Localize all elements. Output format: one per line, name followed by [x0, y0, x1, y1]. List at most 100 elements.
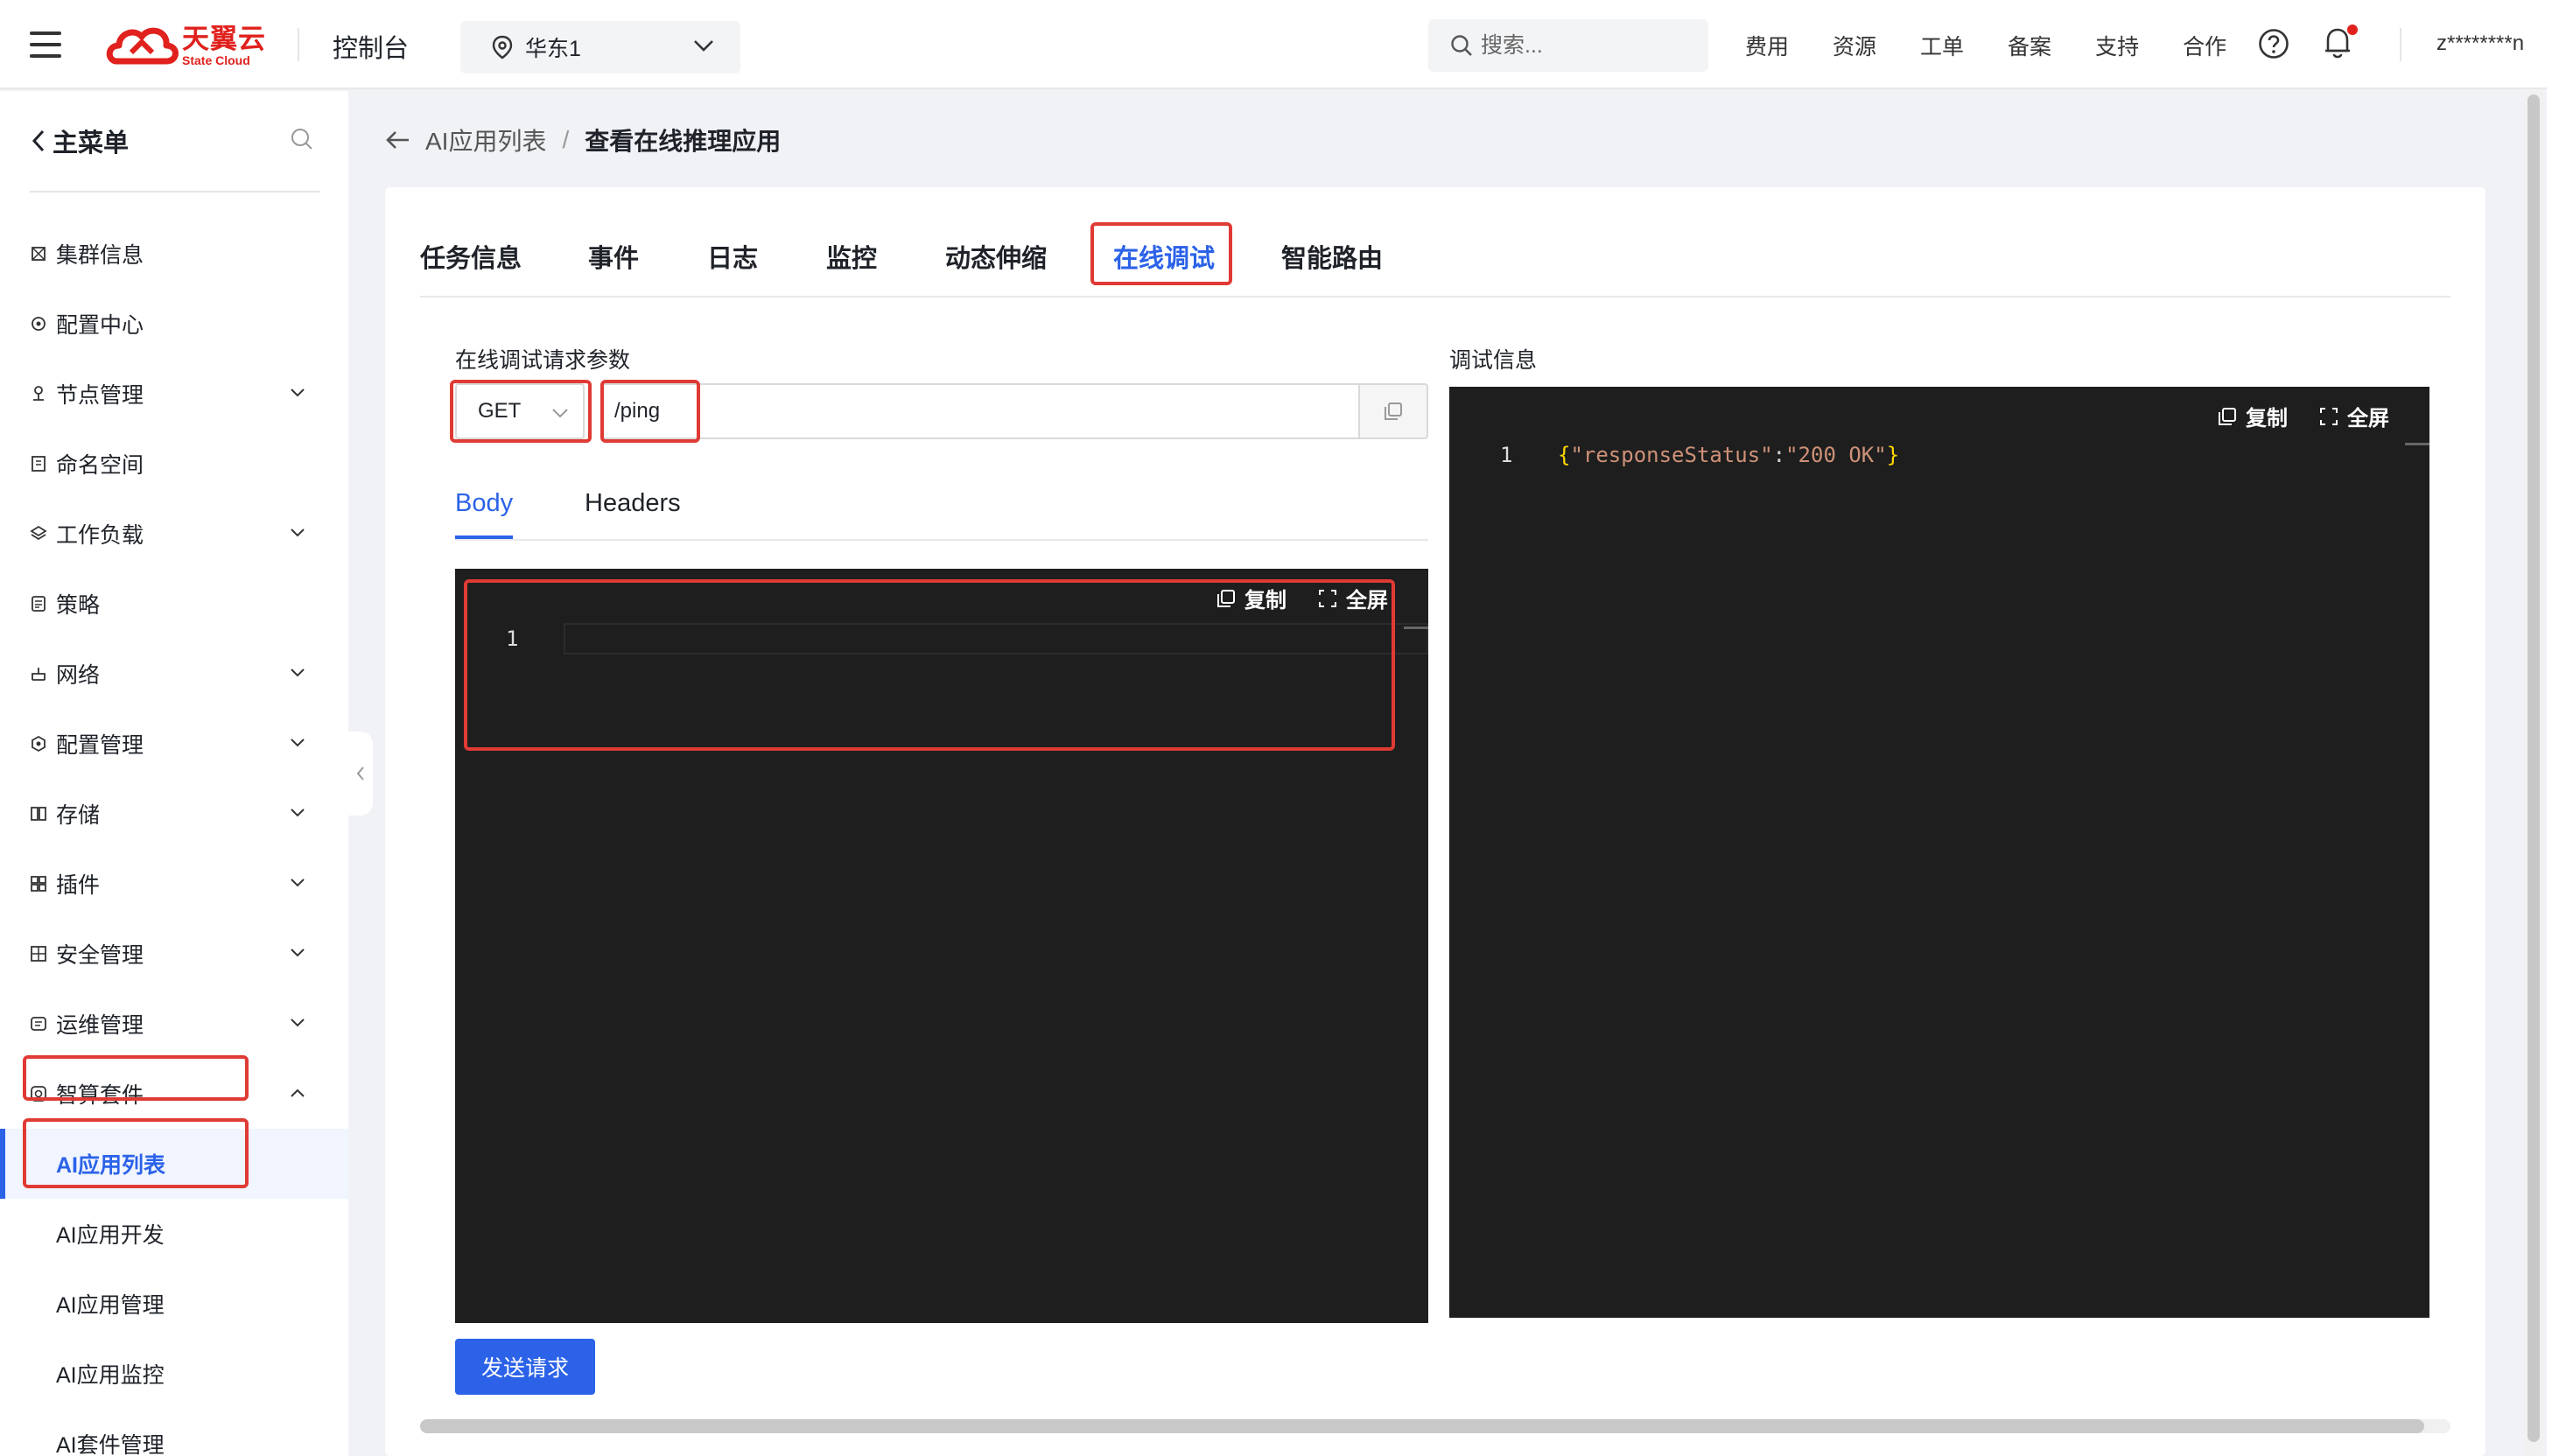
- sidebar-item-policy[interactable]: 策略: [0, 569, 348, 639]
- help-icon[interactable]: [2258, 28, 2289, 60]
- brand-logo[interactable]: 天翼云 State Cloud: [105, 23, 266, 68]
- tab-autoscaling[interactable]: 动态伸缩: [945, 222, 1047, 296]
- sidebar-subitem-ai-app-dev[interactable]: AI应用开发: [0, 1199, 348, 1269]
- network-icon: [32, 668, 46, 681]
- sidebar-item-ops[interactable]: 运维管理: [0, 989, 348, 1059]
- sidebar-item-config-center[interactable]: 配置中心: [0, 289, 348, 359]
- request-subtabs: Body Headers: [455, 480, 1428, 541]
- response-json: {"responseStatus":"200 OK"}: [1558, 443, 1899, 467]
- chevron-down-icon: [291, 948, 305, 957]
- console-title[interactable]: 控制台: [333, 28, 409, 65]
- region-select[interactable]: 华东1: [460, 21, 740, 74]
- editor-toolbar: 复制 全屏: [1185, 583, 1388, 613]
- send-request-button[interactable]: 发送请求: [455, 1339, 595, 1395]
- fullscreen-button[interactable]: 全屏: [1318, 583, 1388, 613]
- sidebar-subitem-ai-app-monitor[interactable]: AI应用监控: [0, 1339, 348, 1409]
- hamburger-menu-icon[interactable]: [30, 32, 61, 58]
- sidebar-item-storage[interactable]: 存储: [0, 779, 348, 849]
- editor-toolbar: 复制 全屏: [2186, 401, 2389, 431]
- scrollbar-thumb[interactable]: [2527, 94, 2540, 1442]
- sidebar-item-ai-suite[interactable]: 智算套件: [0, 1059, 348, 1129]
- sidebar-item-namespace[interactable]: 命名空间: [0, 429, 348, 499]
- chevron-left-icon: [32, 130, 45, 152]
- sidebar-item-network[interactable]: 网络: [0, 639, 348, 709]
- nav-resources[interactable]: 资源: [1833, 30, 1876, 61]
- sidebar-item-node-management[interactable]: 节点管理: [0, 359, 348, 429]
- breadcrumb: AI应用列表 / 查看在线推理应用: [385, 122, 781, 158]
- top-nav: 费用 资源 工单 备案 支持 合作: [1745, 30, 2270, 61]
- tab-monitoring[interactable]: 监控: [826, 222, 877, 296]
- sidebar-subitem-ai-suite-manage[interactable]: AI套件管理: [0, 1409, 348, 1456]
- policy-icon: [32, 596, 46, 612]
- tab-online-debug[interactable]: 在线调试: [1113, 222, 1215, 296]
- sidebar-item-label: 存储: [56, 803, 101, 828]
- http-method-value: GET: [478, 399, 522, 423]
- breadcrumb-parent[interactable]: AI应用列表: [425, 122, 546, 158]
- tab-logs[interactable]: 日志: [707, 222, 758, 296]
- copy-icon: [2219, 407, 2236, 425]
- global-search[interactable]: [1428, 19, 1708, 72]
- horizontal-scrollbar[interactable]: [420, 1419, 2450, 1433]
- sidebar-subitem-ai-app-list[interactable]: AI应用列表: [0, 1129, 348, 1199]
- debug-output-editor[interactable]: 复制 全屏 1 {"responseStatus":"200 OK"}: [1449, 387, 2429, 1318]
- divider: [298, 28, 299, 61]
- scrollbar-thumb[interactable]: [420, 1419, 2424, 1433]
- json-value: "200 OK": [1785, 443, 1887, 467]
- editor-scroll-marker: [1404, 626, 1428, 629]
- page-edge: [2547, 0, 2573, 1456]
- sidebar-collapse-handle[interactable]: [348, 732, 373, 816]
- request-path-input[interactable]: [600, 383, 1360, 439]
- sidebar-item-config-management[interactable]: 配置管理: [0, 709, 348, 779]
- copy-button[interactable]: 复制: [2218, 401, 2288, 431]
- location-pin-icon: [492, 35, 513, 60]
- copy-path-button[interactable]: [1358, 383, 1428, 439]
- divider: [30, 191, 320, 192]
- sidebar-item-plugins[interactable]: 插件: [0, 849, 348, 919]
- sidebar-item-label: 集群信息: [56, 243, 144, 268]
- arrow-left-icon[interactable]: [385, 130, 411, 150]
- sidebar-item-cluster-info[interactable]: 集群信息: [0, 219, 348, 289]
- region-value: 华东1: [525, 37, 581, 61]
- sidebar-menu: 集群信息 配置中心 节点管理 命名空间 工作负载 策略 网络 配置管理 存储 插…: [0, 219, 348, 1456]
- search-input[interactable]: [1481, 32, 1691, 59]
- sidebar-item-label: 工作负载: [56, 523, 144, 548]
- debug-info-label: 调试信息: [1449, 348, 1538, 373]
- sidebar: 主菜单 集群信息 配置中心 节点管理 命名空间 工作负载 策略 网络 配置管理 …: [0, 91, 348, 1456]
- line-number: 1: [506, 626, 519, 651]
- vertical-scrollbar[interactable]: [2524, 91, 2543, 1456]
- tab-events[interactable]: 事件: [588, 222, 639, 296]
- nav-partners[interactable]: 合作: [2183, 30, 2226, 61]
- fullscreen-icon: [1319, 589, 1336, 607]
- workload-icon: [30, 525, 47, 541]
- sidebar-item-security[interactable]: 安全管理: [0, 919, 348, 989]
- http-method-select[interactable]: GET: [455, 383, 585, 439]
- copy-button[interactable]: 复制: [1216, 583, 1286, 613]
- request-body-editor[interactable]: 复制 全屏 1: [455, 569, 1428, 1323]
- nav-filing[interactable]: 备案: [2008, 30, 2051, 61]
- nav-support[interactable]: 支持: [2095, 30, 2139, 61]
- tab-smart-routing[interactable]: 智能路由: [1281, 222, 1383, 296]
- nav-tickets[interactable]: 工单: [1920, 30, 1964, 61]
- sidebar-back-main-menu[interactable]: 主菜单: [30, 122, 129, 159]
- copy-label: 复制: [2246, 407, 2288, 430]
- sidebar-item-label: 配置中心: [56, 313, 144, 338]
- nav-cost[interactable]: 费用: [1745, 30, 1789, 61]
- sidebar-item-label: 配置管理: [56, 733, 144, 758]
- copy-label: 复制: [1244, 589, 1286, 612]
- config-center-icon: [32, 317, 46, 331]
- namespace-icon: [32, 456, 46, 472]
- divider: [2400, 28, 2401, 61]
- fullscreen-label: 全屏: [2347, 407, 2389, 430]
- top-bar: 天翼云 State Cloud 控制台 华东1 费用 资源 工单 备案 支持 合…: [0, 0, 2547, 89]
- json-brace-close: }: [1886, 443, 1900, 467]
- security-icon: [31, 946, 46, 962]
- tab-task-info[interactable]: 任务信息: [420, 222, 522, 296]
- user-account[interactable]: z********n: [2436, 32, 2524, 56]
- sidebar-item-workload[interactable]: 工作负载: [0, 499, 348, 569]
- sidebar-search-icon[interactable]: [289, 126, 315, 152]
- subtab-headers[interactable]: Headers: [585, 480, 681, 539]
- node-icon: [33, 386, 44, 401]
- fullscreen-button[interactable]: 全屏: [2319, 401, 2389, 431]
- subtab-body[interactable]: Body: [455, 480, 514, 539]
- sidebar-subitem-ai-app-manage[interactable]: AI应用管理: [0, 1269, 348, 1339]
